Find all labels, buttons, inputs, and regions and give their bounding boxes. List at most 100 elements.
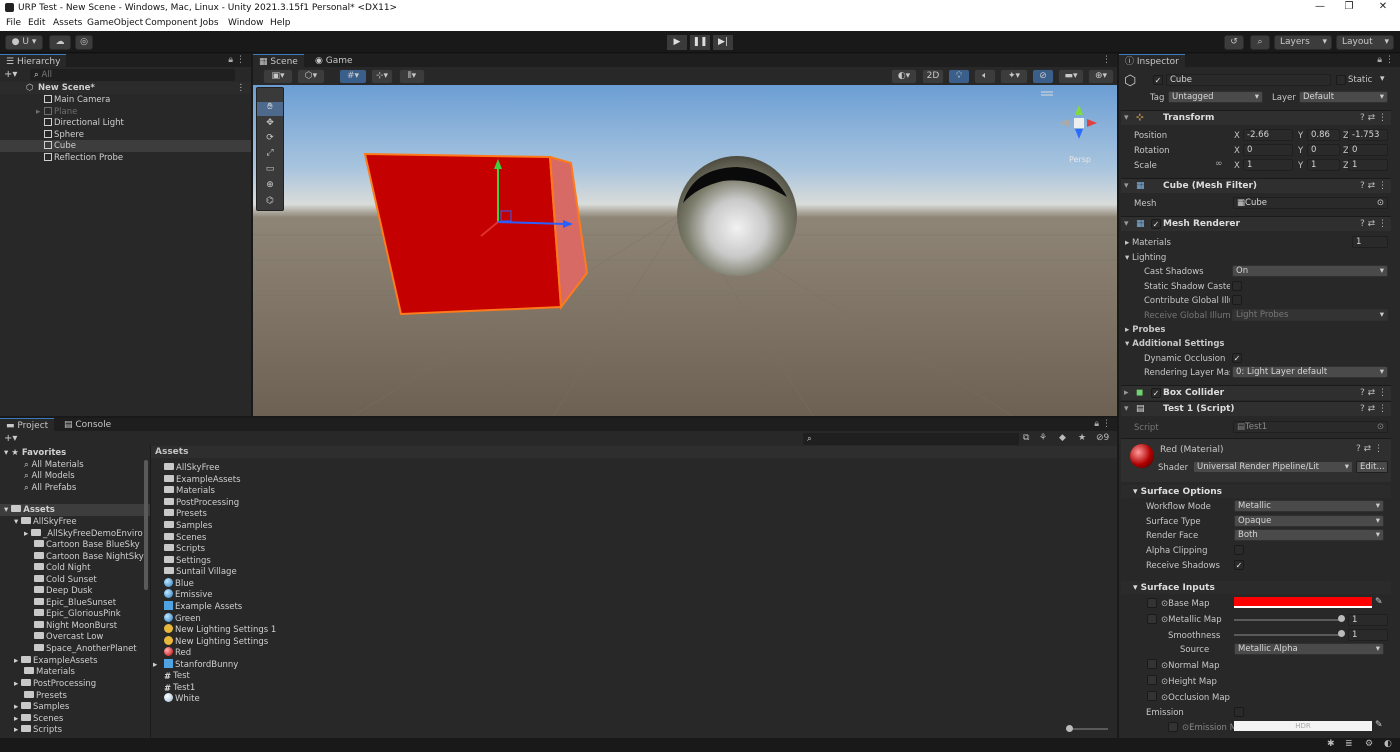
move-tool-icon[interactable]: ✥ (257, 118, 283, 132)
rotation-z-field[interactable]: 0 (1348, 144, 1388, 156)
rect-tool-icon[interactable]: ▭ (257, 164, 283, 178)
menu-window[interactable]: Window (228, 18, 264, 28)
probes-foldout[interactable]: ▸ Probes (1125, 325, 1165, 335)
transform-header[interactable]: ▾ ⊹ Transform ? ⇄ ⋮ (1121, 110, 1391, 125)
source-dropdown[interactable]: Metallic Alpha (1234, 643, 1384, 655)
tree-item[interactable]: Epic_GloriousPink (0, 608, 150, 620)
menu-help[interactable]: Help (270, 18, 291, 28)
cloud-button[interactable]: ☁ (49, 35, 71, 50)
receive-shadows-checkbox[interactable]: ✓ (1234, 560, 1244, 570)
script-field[interactable]: ▤Test1 ⊙ (1233, 421, 1388, 433)
list-item[interactable]: Samples (151, 520, 1117, 532)
shader-edit-button[interactable]: Edit... (1356, 461, 1388, 473)
step-button[interactable]: ▶| (713, 35, 733, 50)
cast-shadows-dropdown[interactable]: On (1232, 265, 1388, 277)
object-name-field[interactable]: Cube (1166, 74, 1331, 86)
camera-dropdown[interactable]: ▬▾ (1058, 69, 1084, 84)
custom-tool-icon[interactable]: ⌬ (257, 196, 283, 210)
account-button[interactable]: ● U ▾ (5, 35, 43, 50)
rotation-y-field[interactable]: 0 (1307, 144, 1340, 156)
box-collider-header[interactable]: ▸ ◼ ✓ Box Collider ? ⇄ ⋮ (1121, 385, 1391, 400)
box-collider-enabled-checkbox[interactable]: ✓ (1151, 388, 1161, 398)
tree-item[interactable]: Overcast Low (0, 631, 150, 643)
align-button[interactable]: ⫴▾ (399, 69, 425, 84)
scene-row[interactable]: ⬡ New Scene* ⋮ (0, 82, 251, 94)
materials-count-field[interactable]: 1 (1352, 236, 1388, 248)
render-mode-button[interactable]: ◐▾ (891, 69, 917, 84)
menu-gameobject[interactable]: GameObject (87, 18, 143, 28)
breadcrumb[interactable]: Assets (151, 446, 1117, 458)
list-item[interactable]: AllSkyFree (151, 462, 1117, 474)
hidden-packages-icon[interactable]: ⊘9 (1096, 433, 1109, 443)
tree-scrollbar[interactable] (144, 460, 148, 590)
list-item[interactable]: White (151, 693, 1117, 705)
notification-icon[interactable]: ◐ (1384, 739, 1392, 749)
settings-icon[interactable]: ⚙ (1365, 739, 1373, 749)
rendering-layer-dropdown[interactable]: 0: Light Layer default (1232, 366, 1388, 378)
chevron-down-icon[interactable]: ▾ (1380, 74, 1385, 84)
gizmo-menu-icon[interactable] (1041, 91, 1053, 96)
metallic-field[interactable]: 1 (1348, 614, 1388, 626)
surface-inputs-foldout[interactable]: ▾ Surface Inputs (1133, 583, 1215, 593)
lock-icon[interactable]: 🔒︎ (228, 55, 233, 65)
layers-dropdown[interactable]: Layers ▾ (1274, 35, 1332, 50)
project-search-input[interactable]: ⌕ (803, 433, 1019, 445)
render-face-dropdown[interactable]: Both (1234, 529, 1384, 541)
gizmos-dropdown[interactable]: ⊕▾ (1088, 69, 1114, 84)
metallic-slider-knob[interactable] (1338, 615, 1345, 622)
icon-size-slider[interactable] (1068, 728, 1108, 730)
tree-item[interactable]: ▾ AllSkyFree (0, 516, 150, 528)
occlusion-map-slot[interactable] (1147, 691, 1157, 701)
hidden-objects-toggle[interactable]: ⊘ (1032, 69, 1054, 84)
2d-toggle[interactable]: 2D (922, 69, 944, 84)
breadcrumb-assets[interactable]: Assets (155, 447, 188, 457)
tree-item[interactable]: Space_AnotherPlanet (0, 643, 150, 655)
favorite-all-models[interactable]: ⌕ All Models (0, 470, 150, 482)
tree-item[interactable]: Deep Dusk (0, 585, 150, 597)
position-x-field[interactable]: -2.66 (1243, 129, 1293, 141)
hierarchy-search-input[interactable]: ⌕ All (30, 69, 235, 81)
history-button[interactable]: ↺ (1224, 35, 1244, 50)
hand-tool-icon[interactable]: ✋︎ (257, 102, 283, 116)
menu-assets[interactable]: Assets (53, 18, 82, 28)
base-map-slot[interactable] (1147, 598, 1157, 608)
menu-file[interactable]: File (6, 18, 21, 28)
tab-hierarchy[interactable]: ☰ Hierarchy (0, 54, 67, 67)
lock-icon[interactable]: 🔒︎ (1377, 55, 1382, 65)
mesh-renderer-header[interactable]: ▾ ▦ ✓ Mesh Renderer ? ⇄ ⋮ (1121, 216, 1391, 231)
collab-button[interactable]: ◎ (75, 35, 93, 50)
scale-z-field[interactable]: 1 (1348, 159, 1388, 171)
lock-icon[interactable]: 🔒︎ (1094, 419, 1099, 429)
script-component-header[interactable]: ▾ ▤ Test 1 (Script) ? ⇄ ⋮ (1121, 401, 1391, 416)
dynamic-occlusion-checkbox[interactable]: ✓ (1232, 353, 1242, 363)
lighting-foldout[interactable]: ▾ Lighting (1125, 253, 1166, 263)
emission-color[interactable]: HDR (1234, 721, 1372, 731)
tag-dropdown[interactable]: Untagged (1168, 91, 1263, 103)
object-picker-icon[interactable]: ⊙ (1377, 198, 1384, 208)
hierarchy-item-cube[interactable]: Cube (0, 140, 251, 152)
metallic-slider[interactable] (1234, 619, 1342, 621)
tree-item[interactable]: Cartoon Base BlueSky (0, 539, 150, 551)
rotate-tool-icon[interactable]: ⟳ (257, 133, 283, 147)
hierarchy-item-directional-light[interactable]: Directional Light (0, 117, 251, 129)
increment-snap-button[interactable]: ⊹▾ (371, 69, 393, 84)
list-item[interactable]: Red (151, 647, 1117, 659)
list-item[interactable]: Example Assets (151, 601, 1117, 613)
static-checkbox[interactable] (1336, 75, 1346, 85)
metallic-map-slot[interactable] (1147, 614, 1157, 624)
play-button[interactable]: ▶ (667, 35, 687, 50)
surface-type-dropdown[interactable]: Opaque (1234, 515, 1384, 527)
emission-map-slot[interactable] (1168, 722, 1178, 732)
tab-inspector[interactable]: ⓘ Inspector (1119, 54, 1185, 67)
tree-item[interactable]: ▸ Samples (0, 701, 150, 713)
workflow-dropdown[interactable]: Metallic (1234, 500, 1384, 512)
progress-icon[interactable]: ≣ (1345, 739, 1353, 749)
kebab-menu-icon[interactable]: ⋮ (1102, 419, 1111, 429)
kebab-menu-icon[interactable]: ⋮ (1102, 55, 1111, 65)
filter-type-icon[interactable]: ⧉ (1023, 433, 1029, 443)
static-shadow-checkbox[interactable] (1232, 281, 1242, 291)
create-asset-button[interactable]: +▾ (4, 433, 17, 444)
tab-game[interactable]: ◉ Game (309, 54, 359, 67)
scale-x-field[interactable]: 1 (1243, 159, 1293, 171)
component-menu-icon[interactable]: ? ⇄ ⋮ (1360, 111, 1387, 125)
